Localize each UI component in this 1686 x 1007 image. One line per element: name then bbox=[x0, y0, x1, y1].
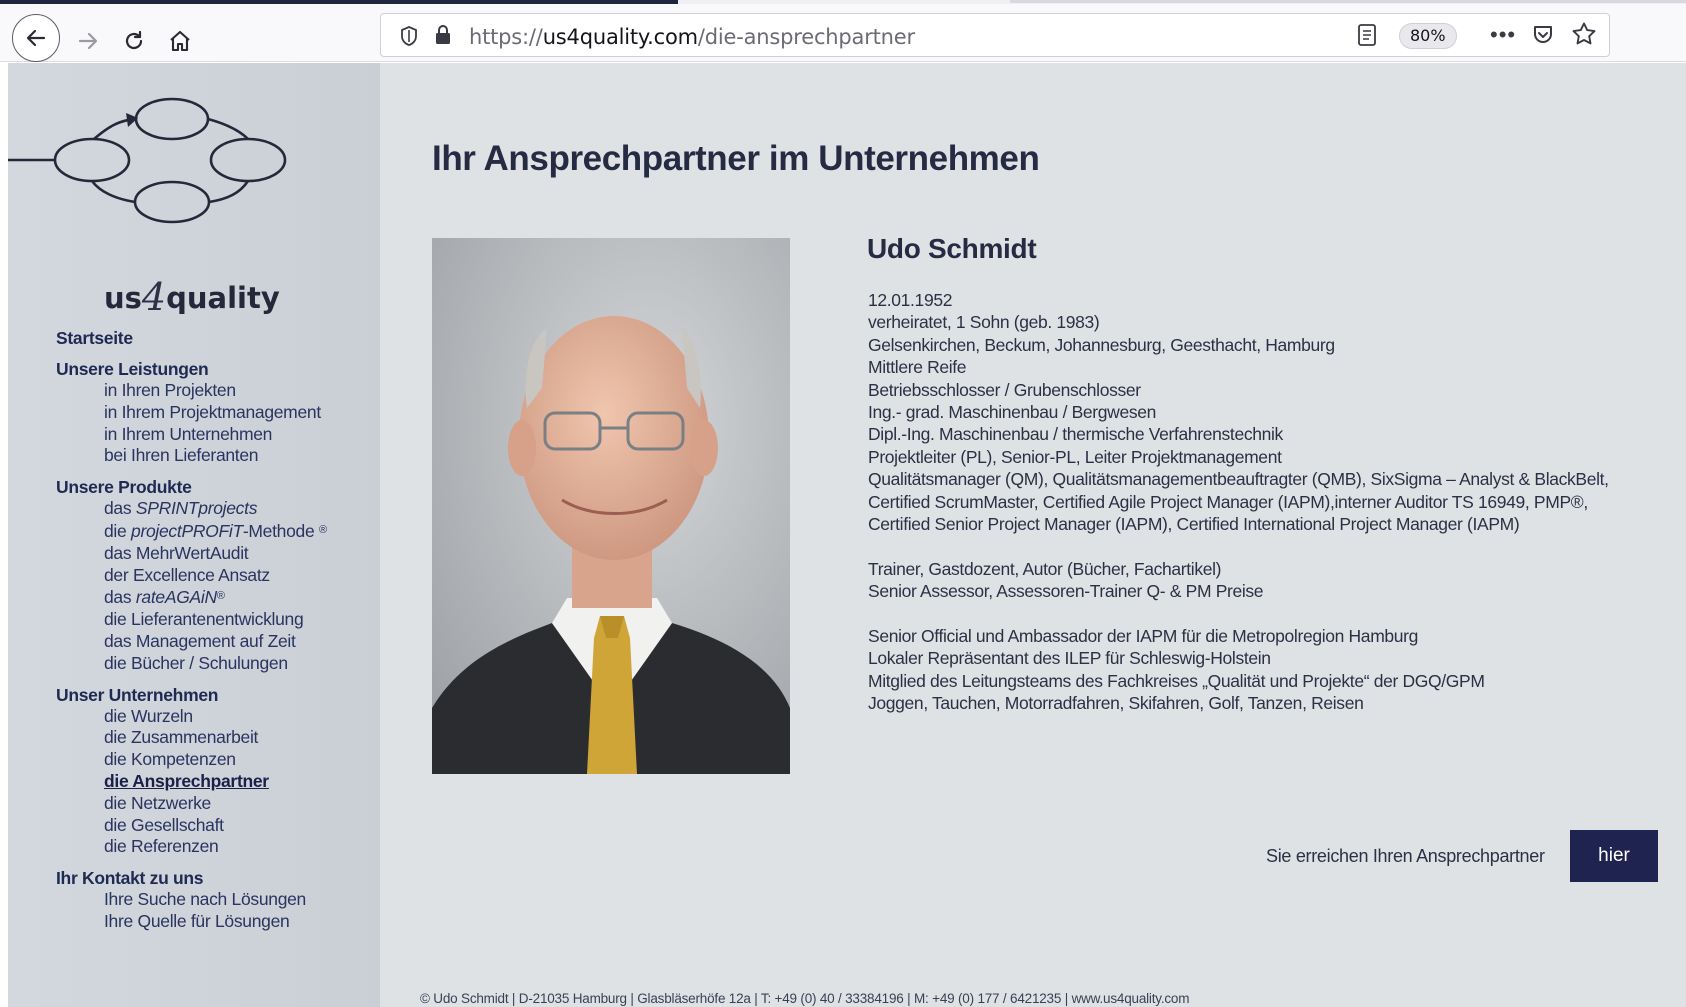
nav-item-text: das bbox=[104, 498, 136, 519]
reload-icon bbox=[125, 30, 143, 50]
bio-line: Senior Assessor, Assessoren-Trainer Q- &… bbox=[868, 581, 1264, 602]
bio-line: Senior Official und Ambassador der IAPM … bbox=[868, 626, 1419, 647]
bio-line: Projektleiter (PL), Senior-PL, Leiter Pr… bbox=[868, 446, 1282, 467]
nav-startseite[interactable]: Startseite bbox=[56, 327, 327, 349]
registered-mark: ® bbox=[318, 523, 327, 536]
nav-item-brand: rateAGAiN bbox=[135, 587, 217, 608]
bio-text: 12.01.1952 verheiratet, 1 Sohn (geb. 198… bbox=[868, 289, 1609, 715]
bio-spacer bbox=[868, 535, 1609, 557]
reader-view-icon[interactable] bbox=[1356, 23, 1378, 47]
nav-item-kompetenzen[interactable]: die Kompetenzen bbox=[56, 749, 327, 771]
logo-text-quality: quality bbox=[166, 281, 280, 315]
zoom-level-button[interactable]: 80% bbox=[1399, 23, 1457, 49]
nav-heading-unternehmen[interactable]: Unser Unternehmen bbox=[56, 684, 327, 706]
nav-item-projekten[interactable]: in Ihren Projekten bbox=[56, 380, 327, 402]
nav-heading-leistungen[interactable]: Unsere Leistungen bbox=[56, 358, 327, 380]
bio-spacer bbox=[868, 603, 1609, 625]
nav-item-text: das bbox=[104, 587, 136, 608]
registered-mark: ® bbox=[216, 590, 225, 603]
bio-line: Dipl.-Ing. Maschinenbau / thermische Ver… bbox=[868, 424, 1283, 445]
page-actions-more-icon[interactable]: ••• bbox=[1490, 22, 1516, 48]
reload-button[interactable] bbox=[110, 17, 158, 65]
nav-item-lieferanten[interactable]: bei Ihren Lieferanten bbox=[56, 445, 327, 467]
inactive-tab-indicator[interactable] bbox=[1010, 0, 1686, 3]
url-host: us4quality.com bbox=[542, 25, 698, 49]
bio-line: Qualitätsmanager (QM), Qualitätsmanageme… bbox=[868, 469, 1609, 490]
footer-imprint: © Udo Schmidt | D-21035 Hamburg | Glasbl… bbox=[420, 991, 1190, 1006]
lock-icon[interactable] bbox=[433, 24, 453, 46]
nav-item-text: die bbox=[104, 520, 132, 541]
url-path: /die-ansprechpartner bbox=[697, 25, 915, 49]
sidebar: us4quality Startseite Unsere Leistungen … bbox=[8, 63, 380, 1007]
nav-heading-produkte[interactable]: Unsere Produkte bbox=[56, 476, 327, 498]
nav-item-mehrwertaudit[interactable]: das MehrWertAudit bbox=[56, 543, 327, 565]
url-scheme: https:// bbox=[469, 25, 543, 49]
bio-line: Certified ScrumMaster, Certified Agile P… bbox=[868, 491, 1588, 512]
pocket-icon[interactable] bbox=[1531, 23, 1555, 47]
nav-item-referenzen[interactable]: die Referenzen bbox=[56, 836, 327, 858]
nav-item-suche[interactable]: Ihre Suche nach Lösungen bbox=[56, 889, 327, 911]
contact-here-button[interactable]: hier bbox=[1570, 830, 1658, 882]
person-name: Udo Schmidt bbox=[867, 233, 1037, 264]
nav-item-gesellschaft[interactable]: die Gesellschaft bbox=[56, 815, 327, 837]
home-icon bbox=[170, 30, 190, 52]
address-bar[interactable]: https://us4quality.com/die-ansprechpartn… bbox=[380, 13, 1610, 57]
logo[interactable]: us4quality bbox=[8, 97, 328, 319]
bio-line: Mitglied des Leitungsteams des Fachkreis… bbox=[868, 670, 1485, 691]
logo-wordmark: us4quality bbox=[104, 273, 280, 319]
nav-item-wurzeln[interactable]: die Wurzeln bbox=[56, 706, 327, 728]
nav-item-sprintprojects[interactable]: das SPRINTprojects bbox=[56, 498, 327, 520]
nav-item-suffix: -Methode bbox=[242, 520, 315, 541]
forward-button[interactable] bbox=[64, 17, 112, 65]
page-content: us4quality Startseite Unsere Leistungen … bbox=[8, 63, 1686, 1007]
nav-item-netzwerke[interactable]: die Netzwerke bbox=[56, 793, 327, 815]
nav-item-brand: projectPROFiT bbox=[131, 520, 243, 541]
bio-line: Mittlere Reife bbox=[868, 357, 967, 378]
home-button[interactable] bbox=[156, 17, 204, 65]
contact-prompt: Sie erreichen Ihren Ansprechpartner bbox=[1266, 846, 1545, 866]
nav-item-brand: SPRINTprojects bbox=[135, 498, 258, 519]
nav-item-rateagain[interactable]: das rateAGAiN® bbox=[56, 586, 327, 609]
tracking-shield-icon[interactable] bbox=[399, 25, 419, 47]
browser-toolbar: https://us4quality.com/die-ansprechpartn… bbox=[0, 4, 1686, 62]
bio-line: Joggen, Tauchen, Motorradfahren, Skifahr… bbox=[868, 693, 1364, 714]
nav-item-unternehmen[interactable]: in Ihrem Unternehmen bbox=[56, 424, 327, 446]
bio-line: Lokaler Repräsentant des ILEP für Schles… bbox=[868, 648, 1271, 669]
nav-item-lieferantenentwicklung[interactable]: die Lieferantenentwicklung bbox=[56, 609, 327, 631]
bio-line: Ing.- grad. Maschinenbau / Bergwesen bbox=[868, 402, 1156, 423]
nav-item-zusammenarbeit[interactable]: die Zusammenarbeit bbox=[56, 727, 327, 749]
logo-text-us: us bbox=[104, 281, 142, 315]
nav-item-management-auf-zeit[interactable]: das Management auf Zeit bbox=[56, 631, 327, 653]
bio-line: Gelsenkirchen, Beckum, Johannesburg, Gee… bbox=[868, 334, 1335, 355]
arrow-right-icon bbox=[78, 32, 98, 50]
page-title: Ihr Ansprechpartner im Unternehmen bbox=[432, 139, 1040, 178]
logo-text-four: 4 bbox=[141, 275, 167, 319]
portrait-photo bbox=[432, 238, 790, 774]
main-navigation: Startseite Unsere Leistungen in Ihren Pr… bbox=[56, 327, 327, 933]
bookmark-star-icon[interactable] bbox=[1571, 21, 1597, 47]
url-text[interactable]: https://us4quality.com/die-ansprechpartn… bbox=[469, 25, 915, 49]
logo-graphic bbox=[8, 97, 287, 224]
bio-line: Betriebsschlosser / Grubenschlosser bbox=[868, 379, 1141, 400]
bio-line: Trainer, Gastdozent, Autor (Bücher, Fach… bbox=[868, 558, 1222, 579]
portrait-illustration bbox=[432, 238, 790, 774]
nav-item-excellence[interactable]: der Excellence Ansatz bbox=[56, 565, 327, 587]
nav-item-projektmanagement[interactable]: in Ihrem Projektmanagement bbox=[56, 402, 327, 424]
back-button[interactable] bbox=[12, 14, 60, 62]
nav-item-buecher-schulungen[interactable]: die Bücher / Schulungen bbox=[56, 653, 327, 675]
arrow-left-icon bbox=[26, 29, 46, 47]
bio-line: verheiratet, 1 Sohn (geb. 1983) bbox=[868, 312, 1100, 333]
bio-line: Certified Senior Project Manager (IAPM),… bbox=[868, 514, 1520, 535]
nav-item-ansprechpartner[interactable]: die Ansprechpartner bbox=[56, 771, 327, 793]
nav-heading-kontakt[interactable]: Ihr Kontakt zu uns bbox=[56, 867, 327, 889]
nav-item-quelle[interactable]: Ihre Quelle für Lösungen bbox=[56, 911, 327, 933]
nav-item-projectprofit[interactable]: die projectPROFiT-Methode ® bbox=[56, 520, 327, 543]
bio-line: 12.01.1952 bbox=[868, 290, 953, 310]
